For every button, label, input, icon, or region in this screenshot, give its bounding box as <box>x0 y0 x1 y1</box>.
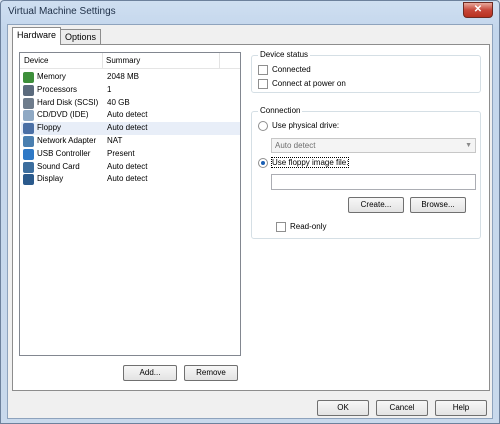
use-physical-drive-radio[interactable] <box>258 121 268 131</box>
column-separator[interactable] <box>219 53 220 68</box>
device-name: Memory <box>37 72 66 81</box>
column-header-device[interactable]: Device <box>24 56 48 65</box>
use-floppy-image-radio[interactable] <box>258 158 268 168</box>
device-summary: NAT <box>107 136 123 145</box>
device-row-network-adapter[interactable]: Network Adapter NAT <box>21 135 240 148</box>
tab-hardware[interactable]: Hardware <box>12 27 62 45</box>
tab-options[interactable]: Options <box>60 29 102 45</box>
hardware-panel: Device Summary Memory 2048 MB Processors 1 H… <box>12 44 490 391</box>
tab-options-label: Options <box>65 32 97 42</box>
chevron-down-icon: ▼ <box>465 142 472 149</box>
device-row-memory[interactable]: Memory 2048 MB <box>21 71 240 84</box>
device-summary: 2048 MB <box>107 72 140 81</box>
dialog-client-area: Hardware Options Device Summary Memory 20… <box>7 24 493 419</box>
device-summary: 1 <box>107 84 112 94</box>
physical-drive-value: Auto detect <box>275 141 316 150</box>
floppy-image-path-input[interactable] <box>271 174 476 190</box>
device-summary: Auto detect <box>107 110 148 120</box>
device-summary: Present <box>107 148 135 158</box>
device-name: Floppy <box>37 123 62 133</box>
device-name: Display <box>37 174 64 184</box>
use-physical-drive-label[interactable]: Use physical drive: <box>272 121 339 130</box>
device-summary: 40 GB <box>107 97 130 107</box>
read-only-checkbox[interactable] <box>276 222 286 232</box>
physical-drive-select[interactable]: Auto detect ▼ <box>271 138 476 153</box>
column-separator[interactable] <box>102 53 103 68</box>
usb-icon <box>23 148 34 160</box>
floppy-icon <box>23 123 34 135</box>
add-button[interactable]: Add... <box>123 365 177 381</box>
hard-disk-icon <box>23 97 34 109</box>
connection-title: Connection <box>258 106 303 115</box>
virtual-machine-settings-window: Virtual Machine Settings ✕ Hardware Opti… <box>0 0 500 424</box>
device-name: USB Controller <box>37 148 91 158</box>
device-status-title: Device status <box>258 50 311 59</box>
device-name: Hard Disk (SCSI) <box>37 97 99 107</box>
remove-button[interactable]: Remove <box>184 365 238 381</box>
device-row-floppy[interactable]: Floppy Auto detect <box>21 122 240 136</box>
device-name: Network Adapter <box>37 136 97 145</box>
read-only-label[interactable]: Read-only <box>290 222 326 231</box>
device-row-cd-dvd-ide[interactable]: CD/DVD (IDE) Auto detect <box>21 109 240 122</box>
title-bar[interactable]: Virtual Machine Settings ✕ <box>1 1 499 23</box>
column-header-summary[interactable]: Summary <box>106 56 140 65</box>
device-summary: Auto detect <box>107 123 148 133</box>
memory-icon <box>23 72 34 83</box>
browse-button[interactable]: Browse... <box>410 197 466 213</box>
device-summary: Auto detect <box>107 161 148 171</box>
close-icon: ✕ <box>473 4 483 15</box>
use-floppy-image-label[interactable]: Use floppy image file: <box>270 157 350 168</box>
create-button[interactable]: Create... <box>348 197 404 213</box>
connect-at-power-on-label[interactable]: Connect at power on <box>272 79 346 88</box>
network-adapter-icon <box>23 136 34 147</box>
device-row-usb-controller[interactable]: USB Controller Present <box>21 148 240 161</box>
device-status-group: Device status Connected Connect at power… <box>251 50 481 93</box>
device-row-processors[interactable]: Processors 1 <box>21 84 240 97</box>
tab-hardware-label: Hardware <box>17 30 57 40</box>
cd-dvd-icon <box>23 110 34 122</box>
device-name: Sound Card <box>37 161 80 171</box>
device-row-sound-card[interactable]: Sound Card Auto detect <box>21 161 240 174</box>
device-summary: Auto detect <box>107 174 148 184</box>
device-name: CD/DVD (IDE) <box>37 110 89 120</box>
connection-group: Connection Use physical drive: Auto dete… <box>251 106 481 239</box>
help-button[interactable]: Help <box>435 400 487 416</box>
device-row-display[interactable]: Display Auto detect <box>21 173 240 186</box>
connect-at-power-on-checkbox[interactable] <box>258 79 268 89</box>
device-list[interactable]: Device Summary Memory 2048 MB Processors 1 H… <box>19 52 241 356</box>
device-list-header: Device Summary <box>20 53 240 69</box>
connected-label[interactable]: Connected <box>272 65 311 74</box>
connected-checkbox[interactable] <box>258 65 268 75</box>
cancel-button[interactable]: Cancel <box>376 400 428 416</box>
ok-button[interactable]: OK <box>317 400 369 416</box>
window-title: Virtual Machine Settings <box>8 6 116 17</box>
sound-card-icon <box>23 161 34 173</box>
close-button[interactable]: ✕ <box>463 2 493 18</box>
device-name: Processors <box>37 84 78 94</box>
display-icon <box>23 174 34 186</box>
device-row-hard-disk-scsi[interactable]: Hard Disk (SCSI) 40 GB <box>21 97 240 110</box>
processor-icon <box>23 84 34 96</box>
